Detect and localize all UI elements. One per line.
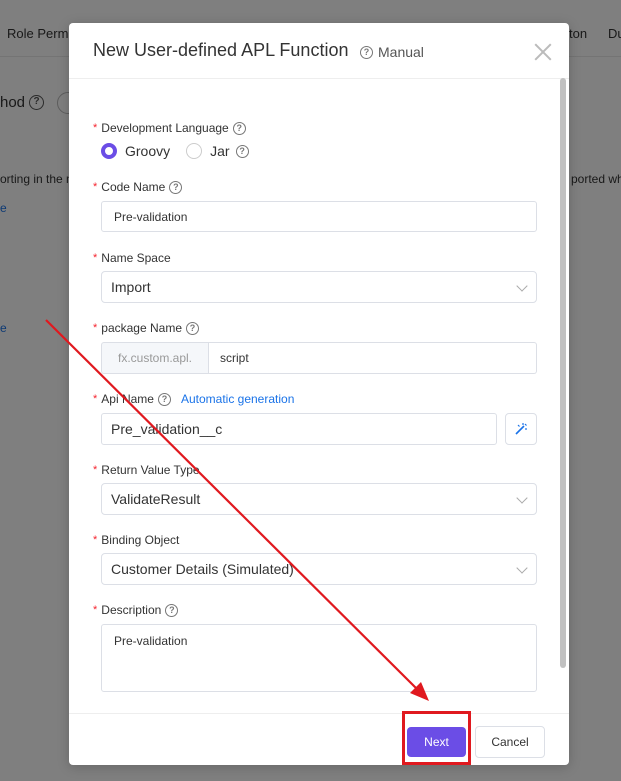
radio-jar[interactable]: Jar ? — [186, 143, 249, 159]
radio-groovy[interactable]: Groovy — [101, 143, 170, 159]
close-icon[interactable] — [534, 43, 552, 61]
name-space-label: * Name Space — [93, 251, 171, 265]
required-marker: * — [93, 322, 98, 334]
help-icon: ? — [232, 121, 246, 135]
code-name-input[interactable]: Pre-validation — [101, 201, 537, 232]
binding-object-select[interactable]: Customer Details (Simulated) — [101, 553, 537, 585]
help-icon: ? — [165, 603, 179, 617]
code-name-label: * Code Name ? — [93, 180, 183, 194]
api-name-label: * Api Name ? Automatic generation — [93, 392, 295, 406]
package-name-input[interactable]: script — [208, 342, 537, 374]
help-icon: ? — [360, 45, 373, 59]
dev-language-label: * Development Language ? — [93, 121, 246, 135]
api-name-input[interactable]: Pre_validation__c — [101, 413, 497, 445]
required-marker: * — [93, 122, 98, 134]
description-textarea[interactable]: Pre-validation — [101, 624, 537, 692]
return-type-select[interactable]: ValidateResult — [101, 483, 537, 515]
dev-language-radio-group: Groovy Jar ? — [101, 143, 265, 159]
radio-unchecked-icon — [186, 143, 203, 159]
required-marker: * — [93, 181, 98, 193]
magic-wand-icon — [515, 423, 527, 435]
cancel-button[interactable]: Cancel — [475, 726, 545, 758]
binding-object-label: * Binding Object — [93, 533, 180, 547]
description-label: * Description ? — [93, 603, 179, 617]
new-apl-function-dialog: New User-defined APL Function ? Manual *… — [69, 23, 569, 765]
package-name-label: * package Name ? — [93, 321, 199, 335]
help-icon: ? — [157, 392, 171, 406]
required-marker: * — [93, 534, 98, 546]
generate-api-name-button[interactable] — [505, 413, 537, 445]
manual-label: Manual — [378, 44, 424, 60]
help-icon: ? — [169, 180, 183, 194]
help-icon: ? — [235, 144, 249, 158]
package-prefix: fx.custom.apl. — [101, 342, 209, 374]
dialog-scrollbar[interactable] — [560, 78, 566, 668]
required-marker: * — [93, 604, 98, 616]
highlight-box — [402, 711, 471, 765]
required-marker: * — [93, 393, 98, 405]
chevron-down-icon — [516, 562, 528, 574]
dialog-header: New User-defined APL Function ? Manual — [69, 23, 569, 79]
help-icon: ? — [186, 321, 199, 335]
name-space-select[interactable]: Import — [101, 271, 537, 303]
chevron-down-icon — [516, 492, 528, 504]
manual-link[interactable]: ? Manual — [360, 44, 424, 60]
required-marker: * — [93, 252, 98, 264]
return-type-label: * Return Value Type — [93, 463, 200, 477]
required-marker: * — [93, 464, 98, 476]
dialog-footer: Next Cancel — [69, 713, 569, 765]
radio-checked-icon — [101, 143, 117, 159]
chevron-down-icon — [516, 280, 528, 292]
automatic-generation-link[interactable]: Automatic generation — [181, 392, 294, 406]
dialog-title: New User-defined APL Function — [93, 40, 349, 60]
